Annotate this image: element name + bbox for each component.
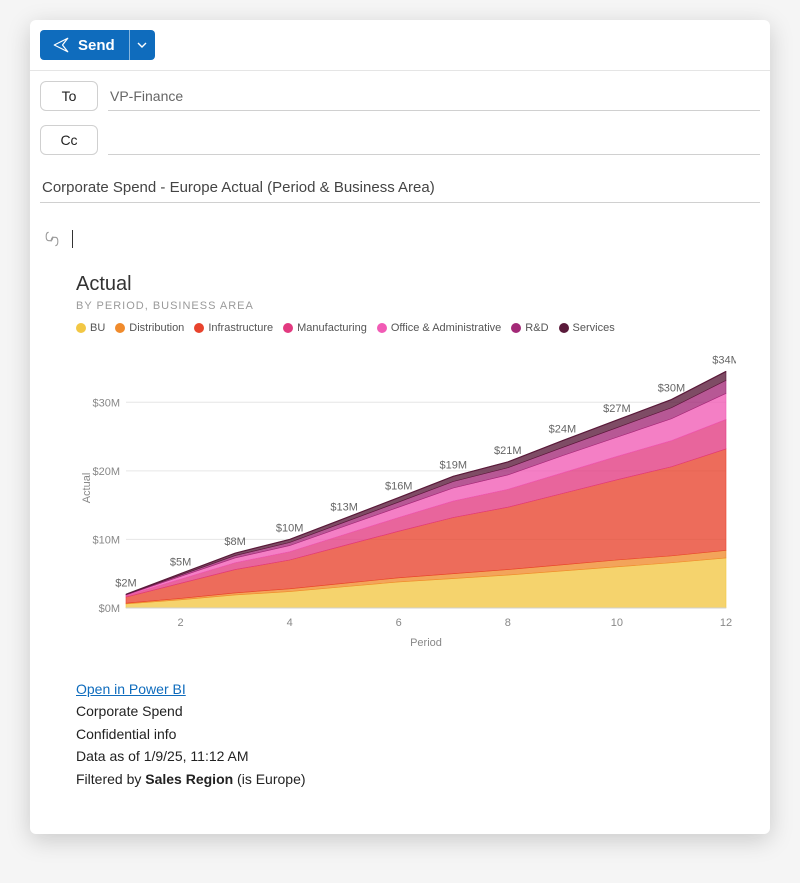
svg-text:$2M: $2M xyxy=(115,577,136,589)
send-split-button[interactable] xyxy=(129,30,155,60)
cc-input[interactable] xyxy=(108,126,760,155)
legend-dot-icon xyxy=(511,323,521,333)
legend-item[interactable]: Distribution xyxy=(115,322,184,334)
caption-timestamp-prefix: Data as of xyxy=(76,748,144,764)
legend-label: Manufacturing xyxy=(297,322,367,334)
svg-text:10: 10 xyxy=(611,617,623,629)
svg-text:$30M: $30M xyxy=(658,383,686,395)
send-button-label: Send xyxy=(78,37,115,54)
to-input[interactable] xyxy=(108,82,760,111)
legend-item[interactable]: Office & Administrative xyxy=(377,322,501,334)
open-powerbi-link[interactable]: Open in Power BI xyxy=(76,681,186,697)
chart-subtitle: BY PERIOD, BUSINESS AREA xyxy=(76,300,734,312)
legend-dot-icon xyxy=(194,323,204,333)
chart-legend: BU Distribution Infrastructure Manufacturin… xyxy=(76,322,734,338)
svg-text:2: 2 xyxy=(177,617,183,629)
legend-dot-icon xyxy=(115,323,125,333)
svg-text:$10M: $10M xyxy=(92,534,120,546)
svg-text:$34M: $34M xyxy=(712,354,736,366)
legend-label: Office & Administrative xyxy=(391,322,501,334)
svg-text:$13M: $13M xyxy=(330,502,358,514)
send-icon xyxy=(52,36,70,54)
svg-text:$19M: $19M xyxy=(440,459,468,471)
copilot-row xyxy=(42,229,760,249)
caption-filter-suffix: (is Europe) xyxy=(233,771,305,787)
caption-timestamp: 1/9/25, 11:12 AM xyxy=(144,748,249,764)
svg-text:$21M: $21M xyxy=(494,445,522,457)
svg-text:Period: Period xyxy=(410,637,442,649)
svg-text:$30M: $30M xyxy=(92,397,120,409)
to-row: To xyxy=(30,71,770,115)
legend-label: Infrastructure xyxy=(208,322,273,334)
chevron-down-icon xyxy=(137,40,147,50)
send-button[interactable]: Send xyxy=(40,30,129,60)
svg-text:Actual: Actual xyxy=(81,473,93,504)
legend-dot-icon xyxy=(76,323,86,333)
text-cursor xyxy=(72,230,73,248)
svg-text:$27M: $27M xyxy=(603,403,631,415)
svg-text:$20M: $20M xyxy=(92,466,120,478)
svg-text:$5M: $5M xyxy=(170,557,191,569)
legend-label: R&D xyxy=(525,322,548,334)
legend-item[interactable]: Manufacturing xyxy=(283,322,367,334)
legend-label: Distribution xyxy=(129,322,184,334)
caption-sensitivity: Confidential info xyxy=(76,726,176,742)
body-area[interactable]: Actual BY PERIOD, BUSINESS AREA BU Distri… xyxy=(30,207,770,834)
svg-text:8: 8 xyxy=(505,617,511,629)
chart-plot: $0M $10M $20M $30M Actual $2M $5M $8M $10M $13M $1… xyxy=(76,348,736,658)
svg-text:$10M: $10M xyxy=(276,522,304,534)
legend-item[interactable]: BU xyxy=(76,322,105,334)
cc-button[interactable]: Cc xyxy=(40,125,98,155)
legend-label: Services xyxy=(573,322,615,334)
svg-text:4: 4 xyxy=(287,617,293,629)
legend-dot-icon xyxy=(377,323,387,333)
send-button-group: Send xyxy=(40,30,155,60)
copilot-icon[interactable] xyxy=(42,229,62,249)
subject-row xyxy=(30,159,770,207)
legend-dot-icon xyxy=(559,323,569,333)
legend-item[interactable]: R&D xyxy=(511,322,548,334)
chart-title: Actual xyxy=(76,273,734,296)
subject-input[interactable] xyxy=(40,173,760,203)
svg-text:$0M: $0M xyxy=(99,603,120,615)
compose-window: Send To Cc Actual xyxy=(30,20,770,834)
legend-dot-icon xyxy=(283,323,293,333)
svg-text:12: 12 xyxy=(720,617,732,629)
svg-text:$8M: $8M xyxy=(224,536,245,548)
toolbar: Send xyxy=(30,20,770,71)
caption-filter-field: Sales Region xyxy=(145,771,233,787)
legend-item[interactable]: Infrastructure xyxy=(194,322,273,334)
caption-filter-prefix: Filtered by xyxy=(76,771,145,787)
svg-text:6: 6 xyxy=(396,617,402,629)
legend-item[interactable]: Services xyxy=(559,322,615,334)
legend-label: BU xyxy=(90,322,105,334)
svg-text:$16M: $16M xyxy=(385,481,413,493)
cc-row: Cc xyxy=(30,115,770,159)
to-button[interactable]: To xyxy=(40,81,98,111)
svg-text:$24M: $24M xyxy=(549,424,577,436)
chart-card: Actual BY PERIOD, BUSINESS AREA BU Distri… xyxy=(40,263,760,658)
chart-caption: Open in Power BI Corporate Spend Confide… xyxy=(40,658,760,814)
caption-dataset: Corporate Spend xyxy=(76,703,183,719)
